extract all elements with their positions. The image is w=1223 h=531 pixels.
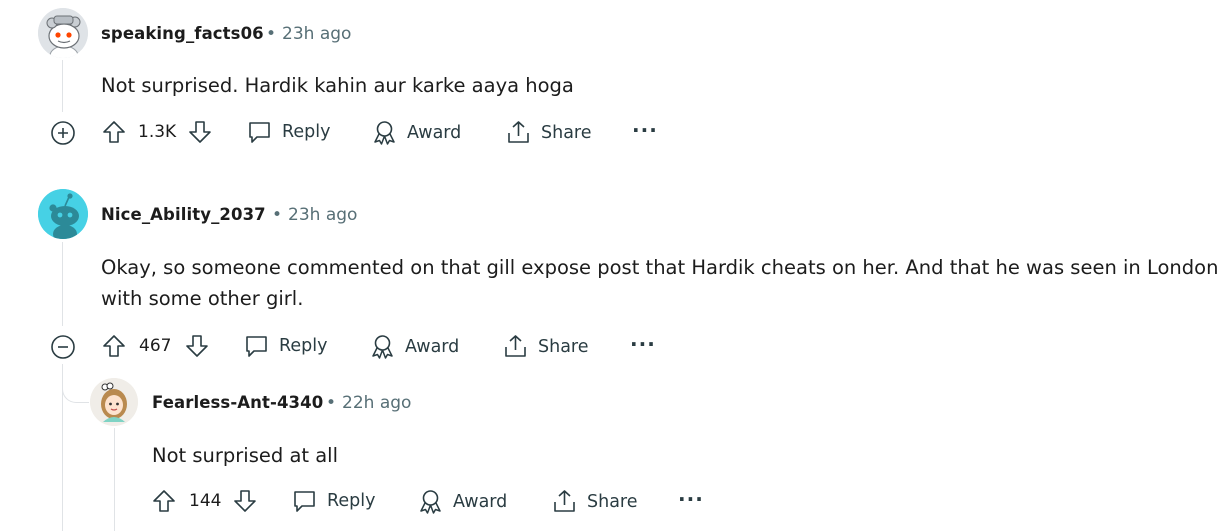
expand-thread-button[interactable] [50,120,76,146]
award-label: Award [453,491,508,512]
girl-avatar-icon [90,378,138,426]
snoo-avatar-icon [38,189,88,239]
snoo-avatar-icon [38,8,88,58]
award-ribbon-icon [420,490,441,514]
share-upload-icon [508,121,529,143]
downvote-arrow-icon [189,121,211,143]
upvote-arrow-icon [153,490,175,512]
avatar[interactable] [90,378,138,426]
share-upload-icon [554,490,575,512]
avatar[interactable] [38,8,88,58]
ellipsis-icon: ··· [632,118,658,142]
separator-dot: • [272,205,283,225]
share-label: Share [587,491,638,512]
upvote-button[interactable] [102,334,126,358]
downvote-arrow-icon [186,335,208,357]
ellipsis-icon: ··· [630,332,656,356]
plus-circle-icon [51,121,75,145]
upvote-button[interactable] [152,489,176,513]
reply-button[interactable]: Reply [247,120,330,144]
reply-button[interactable]: Reply [292,489,375,513]
thread-line[interactable] [62,60,63,112]
more-options-button[interactable]: ··· [630,332,656,356]
share-upload-icon [505,335,526,357]
award-button[interactable]: Award [418,489,507,514]
comment-actions: 467 Reply Award Share ··· [0,326,1223,366]
award-label: Award [407,122,462,143]
speech-bubble-icon [246,336,267,357]
more-options-button[interactable]: ··· [632,118,658,142]
avatar[interactable] [38,189,88,239]
share-button[interactable]: Share [552,489,638,514]
comment-body: Okay, so someone commented on that gill … [101,252,1218,314]
reply-label: Reply [327,491,376,511]
comment-thread: speaking_facts06 • 23h ago Not surprised.… [0,0,1223,531]
comment-author[interactable]: Fearless-Ant-4340 [152,393,323,412]
comment-timestamp[interactable]: 22h ago [342,393,411,413]
downvote-button[interactable] [185,334,209,358]
award-button[interactable]: Award [370,334,459,359]
separator-dot: • [326,393,337,413]
award-button[interactable]: Award [372,120,461,145]
upvote-arrow-icon [103,335,125,357]
thread-line[interactable] [62,242,63,326]
award-label: Award [405,336,460,357]
minus-circle-icon [51,335,75,359]
comment-text-line: Not surprised at all [152,444,339,467]
downvote-button[interactable] [188,120,212,144]
downvote-button[interactable] [233,489,257,513]
upvote-button[interactable] [102,120,126,144]
downvote-arrow-icon [234,490,256,512]
speech-bubble-icon [249,122,270,143]
award-ribbon-icon [374,121,395,145]
share-button[interactable]: Share [503,334,589,359]
reply-button[interactable]: Reply [244,334,327,358]
more-options-button[interactable]: ··· [678,487,704,511]
share-label: Share [538,336,589,357]
comment-timestamp[interactable]: 23h ago [288,205,357,225]
collapse-thread-button[interactable] [50,334,76,360]
comment-meta: • 23h ago [272,205,357,225]
upvote-arrow-icon [103,121,125,143]
speech-bubble-icon [294,491,315,512]
ellipsis-icon: ··· [678,487,704,511]
separator-dot: • [266,24,277,44]
comment-meta: • 22h ago [326,393,411,413]
comment-meta: • 23h ago [266,24,351,44]
comment-actions: 144 Reply Award Share ··· [0,481,1223,521]
share-label: Share [541,122,592,143]
comment-author[interactable]: speaking_facts06 [101,24,264,43]
comment-text-line: with some other girl. [101,287,304,310]
comment-text-line: Okay, so someone commented on that gill … [101,256,1219,279]
reply-label: Reply [282,122,331,142]
comment-timestamp[interactable]: 23h ago [282,24,351,44]
vote-count: 467 [139,336,172,356]
reply-label: Reply [279,336,328,356]
comment-actions: 1.3K Reply Award Share ··· [0,112,1223,152]
vote-count: 144 [189,491,222,511]
comment-body: Not surprised. Hardik kahin aur karke aa… [101,70,574,101]
comment-body: Not surprised at all [152,440,338,471]
vote-count: 1.3K [138,122,177,142]
reply-connector [62,364,89,403]
share-button[interactable]: Share [506,120,592,145]
award-ribbon-icon [372,335,393,359]
comment-text-line: Not surprised. Hardik kahin aur karke aa… [101,74,574,97]
comment-author[interactable]: Nice_Ability_2037 [101,205,266,224]
